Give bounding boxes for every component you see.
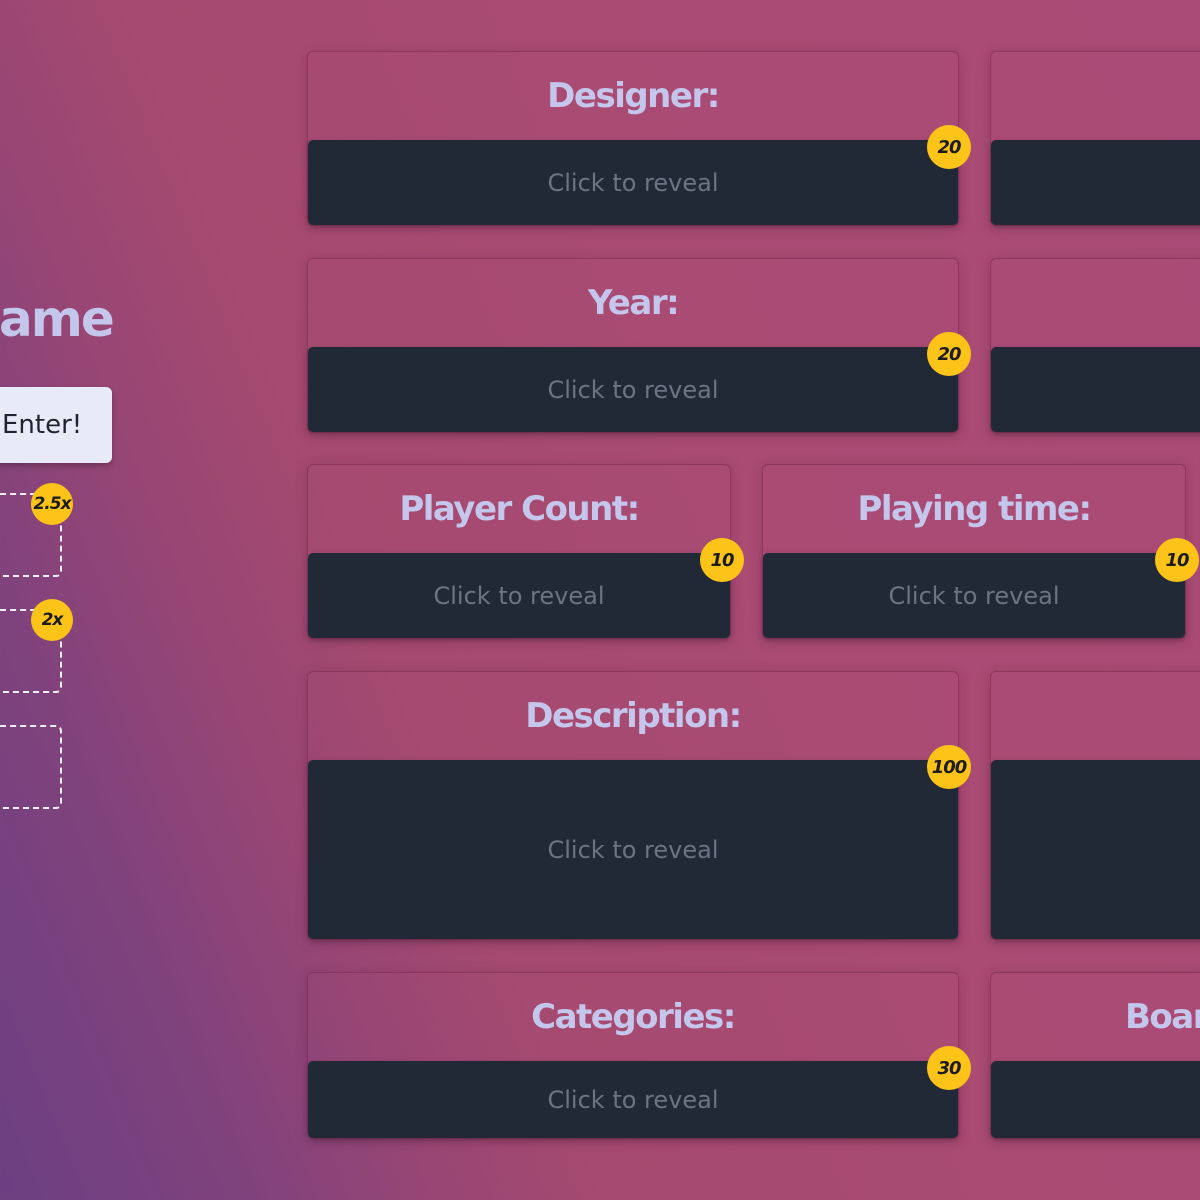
designer-reveal[interactable]: Click to reveal — [308, 140, 958, 225]
multiplier-badge-2: 2x — [31, 599, 73, 641]
year-points-badge: 20 — [927, 332, 971, 376]
player-count-reveal[interactable]: Click to reveal — [308, 553, 730, 638]
guess-slot-3[interactable] — [0, 725, 62, 809]
description-card: Description: Click to reveal 100 — [307, 671, 971, 940]
enter-button[interactable]: Enter! — [0, 387, 112, 463]
hint-card-right-2 — [990, 258, 1200, 433]
page-title: Game — [0, 290, 115, 348]
year-label: Year: — [587, 283, 680, 323]
multiplier-badge-1: 2.5x — [31, 483, 73, 525]
board-reveal[interactable] — [991, 1061, 1200, 1138]
year-card: Year: Click to reveal 20 — [307, 258, 971, 433]
board-label: Boar — [1125, 997, 1200, 1037]
playing-time-card: Playing time: Click to reveal 10 — [762, 464, 1199, 639]
player-count-points-badge: 10 — [700, 538, 744, 582]
year-reveal[interactable]: Click to reveal — [308, 347, 958, 432]
playing-time-label: Playing time: — [857, 489, 1092, 529]
hint-reveal-right-1[interactable] — [991, 140, 1200, 225]
hint-reveal-right-2[interactable] — [991, 347, 1200, 432]
playing-time-points-badge: 10 — [1155, 538, 1199, 582]
categories-label: Categories: — [531, 997, 736, 1037]
categories-reveal[interactable]: Click to reveal — [308, 1061, 958, 1138]
playing-time-reveal[interactable]: Click to reveal — [763, 553, 1185, 638]
designer-label: Designer: — [547, 76, 720, 116]
description-points-badge: 100 — [927, 745, 971, 789]
categories-card: Categories: Click to reveal 30 — [307, 972, 971, 1139]
description-reveal[interactable]: Click to reveal — [308, 760, 958, 939]
designer-card: Designer: Click to reveal 20 — [307, 51, 971, 226]
player-count-label: Player Count: — [399, 489, 640, 529]
hint-card-right-4 — [990, 671, 1200, 940]
hint-reveal-right-4[interactable] — [991, 760, 1200, 939]
description-label: Description: — [525, 696, 742, 736]
board-card: Boar — [990, 972, 1200, 1139]
designer-points-badge: 20 — [927, 125, 971, 169]
hint-card-right-1 — [990, 51, 1200, 226]
player-count-card: Player Count: Click to reveal 10 — [307, 464, 744, 639]
categories-points-badge: 30 — [927, 1046, 971, 1090]
